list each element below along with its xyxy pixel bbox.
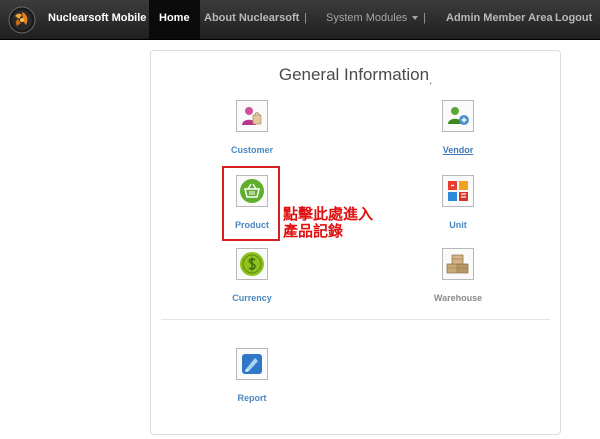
vendor-icon-box[interactable]: [442, 100, 474, 132]
module-unit[interactable]: Unit: [413, 175, 503, 230]
nav-home[interactable]: Home: [149, 0, 200, 39]
module-warehouse[interactable]: Warehouse: [413, 248, 503, 303]
panel-title-text: General Information: [278, 65, 430, 84]
panel-title-dot: .: [429, 75, 433, 87]
boxes-icon: [446, 254, 469, 274]
general-information-panel: General Information. Customer Vendor Pro…: [150, 50, 561, 435]
section-divider: [161, 319, 550, 320]
customer-icon: [242, 107, 262, 125]
nav-separator: |: [423, 12, 426, 24]
warehouse-icon-box[interactable]: [442, 248, 474, 280]
unit-icon-box[interactable]: [442, 175, 474, 207]
annotation-line-1: 點擊此處進入: [283, 205, 374, 223]
module-currency-label[interactable]: Currency: [207, 293, 297, 303]
product-highlight-box: [222, 166, 280, 241]
unit-icon: [448, 181, 468, 201]
currency-icon: [240, 252, 264, 276]
nuclear-logo-icon[interactable]: [8, 6, 36, 34]
module-report-label[interactable]: Report: [207, 393, 297, 403]
chevron-down-icon: [412, 16, 419, 21]
customer-icon-box[interactable]: [236, 100, 268, 132]
currency-icon-box[interactable]: [236, 248, 268, 280]
report-icon: [242, 354, 262, 374]
module-vendor-label[interactable]: Vendor: [413, 145, 503, 155]
top-navbar: Nuclearsoft Mobile ERP Home About Nuclea…: [0, 0, 600, 40]
nav-logout[interactable]: Logout: [555, 0, 592, 39]
annotation-line-2: 產品記錄: [283, 222, 344, 240]
nav-system-modules[interactable]: System Modules: [326, 0, 419, 39]
module-vendor[interactable]: Vendor: [413, 100, 503, 155]
vendor-icon: [448, 107, 469, 125]
module-customer-label[interactable]: Customer: [207, 145, 297, 155]
module-unit-label[interactable]: Unit: [413, 220, 503, 230]
nav-about[interactable]: About Nuclearsoft: [204, 0, 299, 39]
module-currency[interactable]: Currency: [207, 248, 297, 303]
module-warehouse-label[interactable]: Warehouse: [413, 293, 503, 303]
annotation-callout: 點擊此處進入 產品記錄: [283, 206, 373, 240]
nav-separator: |: [304, 12, 307, 24]
nav-admin-member-area[interactable]: Admin Member Area: [446, 0, 553, 39]
module-report[interactable]: Report: [207, 348, 297, 403]
nav-system-modules-label: System Modules: [326, 12, 408, 24]
panel-title: General Information.: [151, 65, 560, 87]
module-customer[interactable]: Customer: [207, 100, 297, 155]
report-icon-box[interactable]: [236, 348, 268, 380]
